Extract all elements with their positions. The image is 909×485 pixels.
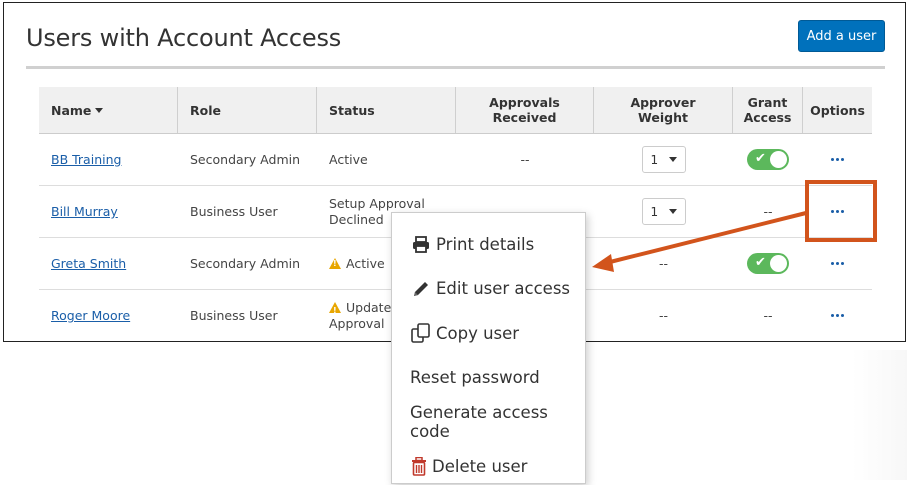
menu-item-reset-password[interactable]: Reset password [392,356,585,401]
trash-icon [410,457,428,477]
menu-item-delete-user[interactable]: Delete user [392,445,585,485]
menu-item-copy-user[interactable]: Copy user [392,311,585,356]
menu-item-generate-access-code[interactable]: Generate access code [392,400,585,445]
printer-icon [410,234,432,254]
user-options-menu: Print details Edit user access Copy user… [391,212,586,484]
pencil-icon [410,279,432,299]
menu-item-print-details[interactable]: Print details [392,222,585,267]
copy-icon [410,323,432,344]
menu-item-edit-user-access[interactable]: Edit user access [392,267,585,312]
